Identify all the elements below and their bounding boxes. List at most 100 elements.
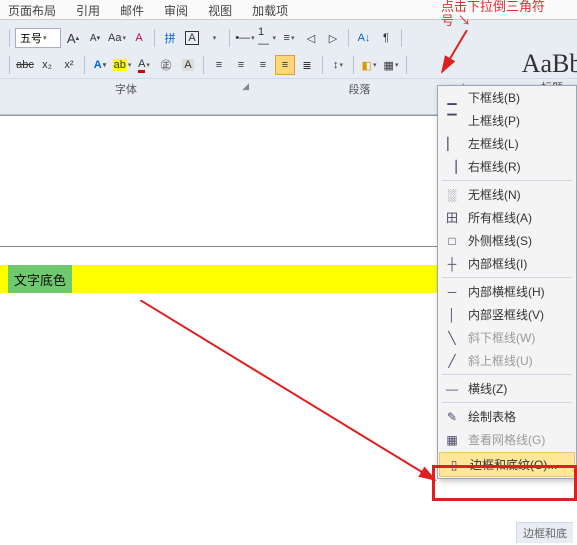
separator bbox=[406, 56, 407, 74]
menu-item[interactable]: ✎ 绘制表格 bbox=[438, 405, 576, 428]
menu-item-label: 斜上框线(U) bbox=[468, 352, 533, 369]
numbering-icon: 1— bbox=[258, 26, 271, 50]
separator bbox=[322, 56, 323, 74]
dropdown-footer: 边框和底 bbox=[516, 522, 573, 543]
dec-indent-icon: ◁ bbox=[307, 32, 315, 45]
highlight-button[interactable]: ab▾ bbox=[112, 55, 132, 75]
border-type-icon: ▏ bbox=[444, 136, 460, 152]
menu-item[interactable]: ▏左框线(L) bbox=[438, 132, 576, 155]
superscript-button[interactable]: x² bbox=[59, 55, 79, 75]
chevron-down-icon: ▾ bbox=[122, 34, 126, 42]
grow-font-button[interactable]: A▴ bbox=[63, 28, 83, 48]
shading-button[interactable]: ◧▾ bbox=[359, 55, 379, 75]
separator bbox=[229, 29, 230, 47]
menu-item-label: 内部竖框线(V) bbox=[468, 306, 544, 323]
menu-item-label: 绘制表格 bbox=[468, 408, 516, 425]
border-type-icon: ▦ bbox=[444, 432, 460, 448]
chevron-down-icon: ▾ bbox=[373, 61, 377, 69]
tab-review[interactable]: 审阅 bbox=[164, 2, 188, 17]
bullets-button[interactable]: •—▾ bbox=[235, 28, 255, 48]
clear-format-button[interactable]: A bbox=[129, 28, 149, 48]
sort-button[interactable]: A↓ bbox=[354, 28, 374, 48]
texteffects-button[interactable]: A▾ bbox=[90, 55, 110, 75]
menu-item[interactable]: —横线(Z) bbox=[438, 377, 576, 400]
border-icon: ▦ bbox=[384, 59, 394, 72]
font-expand-button[interactable]: ▾ bbox=[204, 28, 224, 48]
dec-indent-button[interactable]: ◁ bbox=[301, 28, 321, 48]
menu-item[interactable]: │ 内部竖框线(V) bbox=[438, 303, 576, 326]
chevron-down-icon: ▾ bbox=[43, 34, 47, 42]
showmarks-button[interactable]: ¶ bbox=[376, 28, 396, 48]
separator bbox=[353, 56, 354, 74]
change-case-button[interactable]: Aa▾ bbox=[107, 28, 127, 48]
circled-icon: ㊣ bbox=[161, 57, 172, 73]
subscript-button[interactable]: x₂ bbox=[37, 55, 57, 75]
annotation-text: 点击下拉倒三角符 号 ↘ bbox=[441, 0, 571, 28]
text-box[interactable]: 文字底色 bbox=[8, 265, 72, 293]
separator bbox=[401, 29, 402, 47]
chevron-down-icon: ▾ bbox=[146, 61, 150, 69]
ruby-button[interactable]: 拼 bbox=[160, 28, 180, 48]
font-launcher-icon[interactable]: ◢ bbox=[242, 81, 249, 92]
separator bbox=[154, 29, 155, 47]
separator bbox=[348, 29, 349, 47]
menu-separator bbox=[442, 374, 572, 375]
charshade-button[interactable]: A bbox=[178, 55, 198, 75]
menu-item[interactable]: ─内部横框线(H) bbox=[438, 280, 576, 303]
strike-icon: abc bbox=[16, 59, 34, 71]
border-button[interactable]: ▦▾ bbox=[381, 55, 401, 75]
menu-item-label: 斜下框线(W) bbox=[468, 329, 535, 346]
menu-item-label: 所有框线(A) bbox=[468, 209, 532, 226]
menu-item[interactable]: ▔上框线(P) bbox=[438, 109, 576, 132]
font-size-combo[interactable]: 五号 ▾ bbox=[15, 28, 61, 48]
border-type-icon: □ bbox=[444, 233, 460, 249]
menu-item[interactable]: □外侧框线(S) bbox=[438, 229, 576, 252]
align-justify-button[interactable]: ≡ bbox=[275, 55, 295, 75]
menu-item-label: 横线(Z) bbox=[468, 380, 507, 397]
clear-icon: A bbox=[135, 32, 142, 44]
menu-item[interactable]: ┼内部框线(I) bbox=[438, 252, 576, 275]
menu-separator bbox=[442, 180, 572, 181]
numbering-button[interactable]: 1—▾ bbox=[257, 28, 277, 48]
shrink-font-icon: A bbox=[90, 33, 97, 44]
align-distrib-button[interactable]: ≣ bbox=[297, 55, 317, 75]
menu-separator bbox=[442, 277, 572, 278]
highlight-icon: ab bbox=[113, 59, 127, 71]
border-type-icon: │ bbox=[444, 307, 460, 323]
circled-button[interactable]: ㊣ bbox=[156, 55, 176, 75]
strike-button[interactable]: abc bbox=[15, 55, 35, 75]
tab-references[interactable]: 引用 bbox=[76, 2, 100, 17]
charborder-button[interactable]: A bbox=[182, 28, 202, 48]
menu-item[interactable]: 田所有框线(A) bbox=[438, 206, 576, 229]
fontcolor-button[interactable]: A▾ bbox=[134, 55, 154, 75]
grow-font-icon: A bbox=[67, 31, 76, 46]
effects-icon: A bbox=[94, 59, 102, 71]
shrink-font-button[interactable]: A▾ bbox=[85, 28, 105, 48]
separator bbox=[9, 29, 10, 47]
font-size-value: 五号 bbox=[20, 30, 42, 46]
separator bbox=[84, 56, 85, 74]
separator bbox=[203, 56, 204, 74]
tab-addins[interactable]: 加载项 bbox=[252, 2, 288, 17]
charshade-icon: A bbox=[182, 59, 193, 71]
menu-item[interactable]: ▕右框线(R) bbox=[438, 155, 576, 178]
inc-indent-button[interactable]: ▷ bbox=[323, 28, 343, 48]
menu-item[interactable]: ▁下框线(B) bbox=[438, 86, 576, 109]
menu-item-label: 内部横框线(H) bbox=[468, 283, 545, 300]
menu-item-label: 查看网格线(G) bbox=[468, 431, 545, 448]
menu-item[interactable]: ░无框线(N) bbox=[438, 183, 576, 206]
multilevel-button[interactable]: ≡▾ bbox=[279, 28, 299, 48]
linespacing-button[interactable]: ↕▾ bbox=[328, 55, 348, 75]
align-right-button[interactable]: ≡ bbox=[253, 55, 273, 75]
align-left-button[interactable]: ≡ bbox=[209, 55, 229, 75]
menu-item: ╲斜下框线(W) bbox=[438, 326, 576, 349]
chevron-down-icon: ▾ bbox=[291, 34, 295, 42]
menu-item[interactable]: ▯边框和底纹(O)... bbox=[439, 452, 575, 477]
align-center-button[interactable]: ≡ bbox=[231, 55, 251, 75]
border-type-icon: ✎ bbox=[444, 409, 460, 425]
border-dropdown-menu: ▁下框线(B)▔上框线(P)▏左框线(L)▕右框线(R) ░无框线(N)田所有框线… bbox=[437, 85, 577, 479]
group-font: 字体 ◢ bbox=[0, 79, 252, 99]
tab-mailings[interactable]: 邮件 bbox=[120, 2, 144, 17]
tab-pagelayout[interactable]: 页面布局 bbox=[8, 2, 56, 17]
tab-view[interactable]: 视图 bbox=[208, 2, 232, 17]
